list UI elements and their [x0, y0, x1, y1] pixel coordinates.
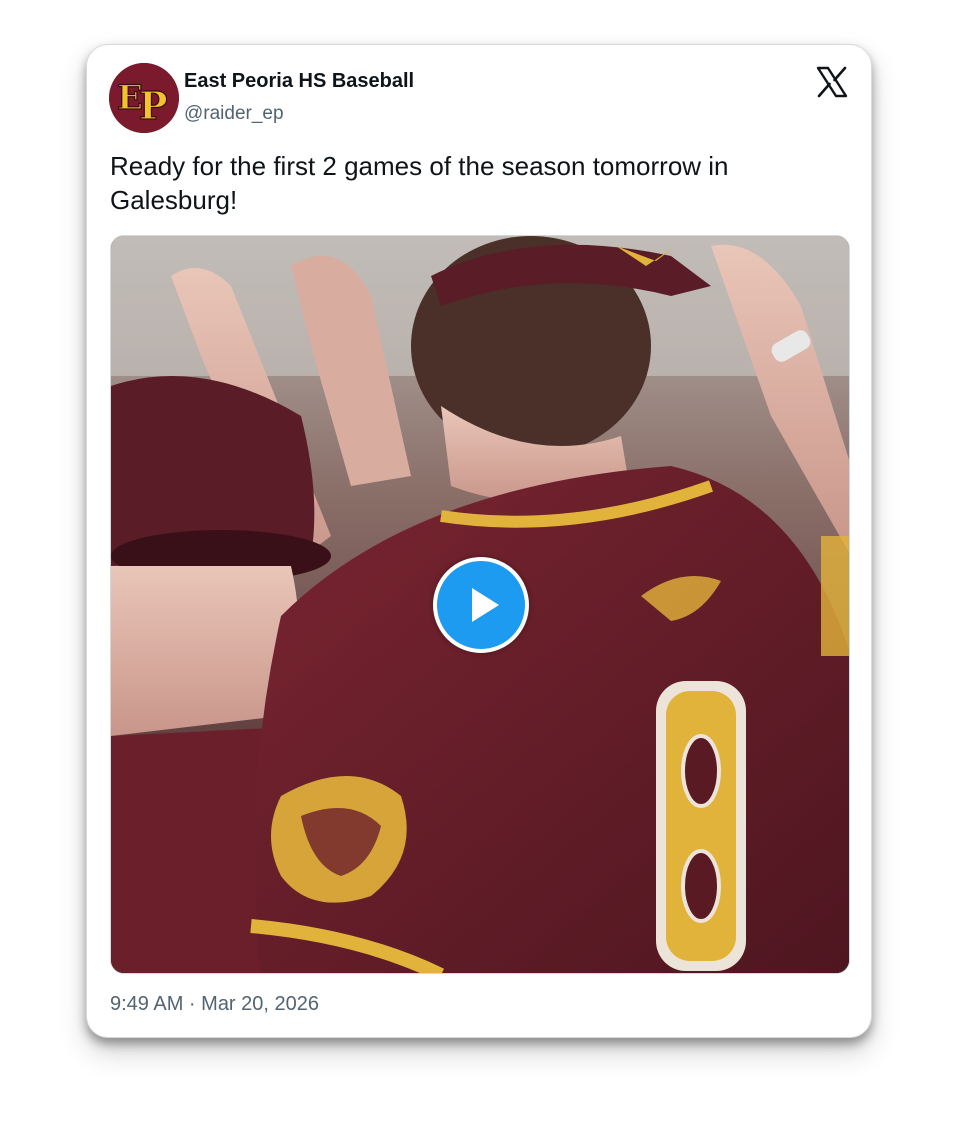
svg-text:P: P — [139, 83, 168, 128]
tweet-text: Ready for the first 2 games of the seaso… — [110, 151, 729, 215]
avatar[interactable]: E P — [109, 63, 179, 133]
play-button[interactable] — [433, 557, 529, 653]
display-name[interactable]: East Peoria HS Baseball — [184, 70, 414, 93]
video-player[interactable] — [110, 235, 850, 974]
tweet-card[interactable]: E P East Peoria HS Baseball @raider_ep R… — [86, 44, 872, 1038]
ep-logo-icon: E P — [109, 63, 179, 133]
x-logo-icon[interactable] — [815, 65, 849, 99]
play-icon — [472, 588, 499, 622]
handle[interactable]: @raider_ep — [184, 103, 284, 125]
timestamp[interactable]: 9:49 AM · Mar 20, 2026 — [110, 993, 319, 1016]
